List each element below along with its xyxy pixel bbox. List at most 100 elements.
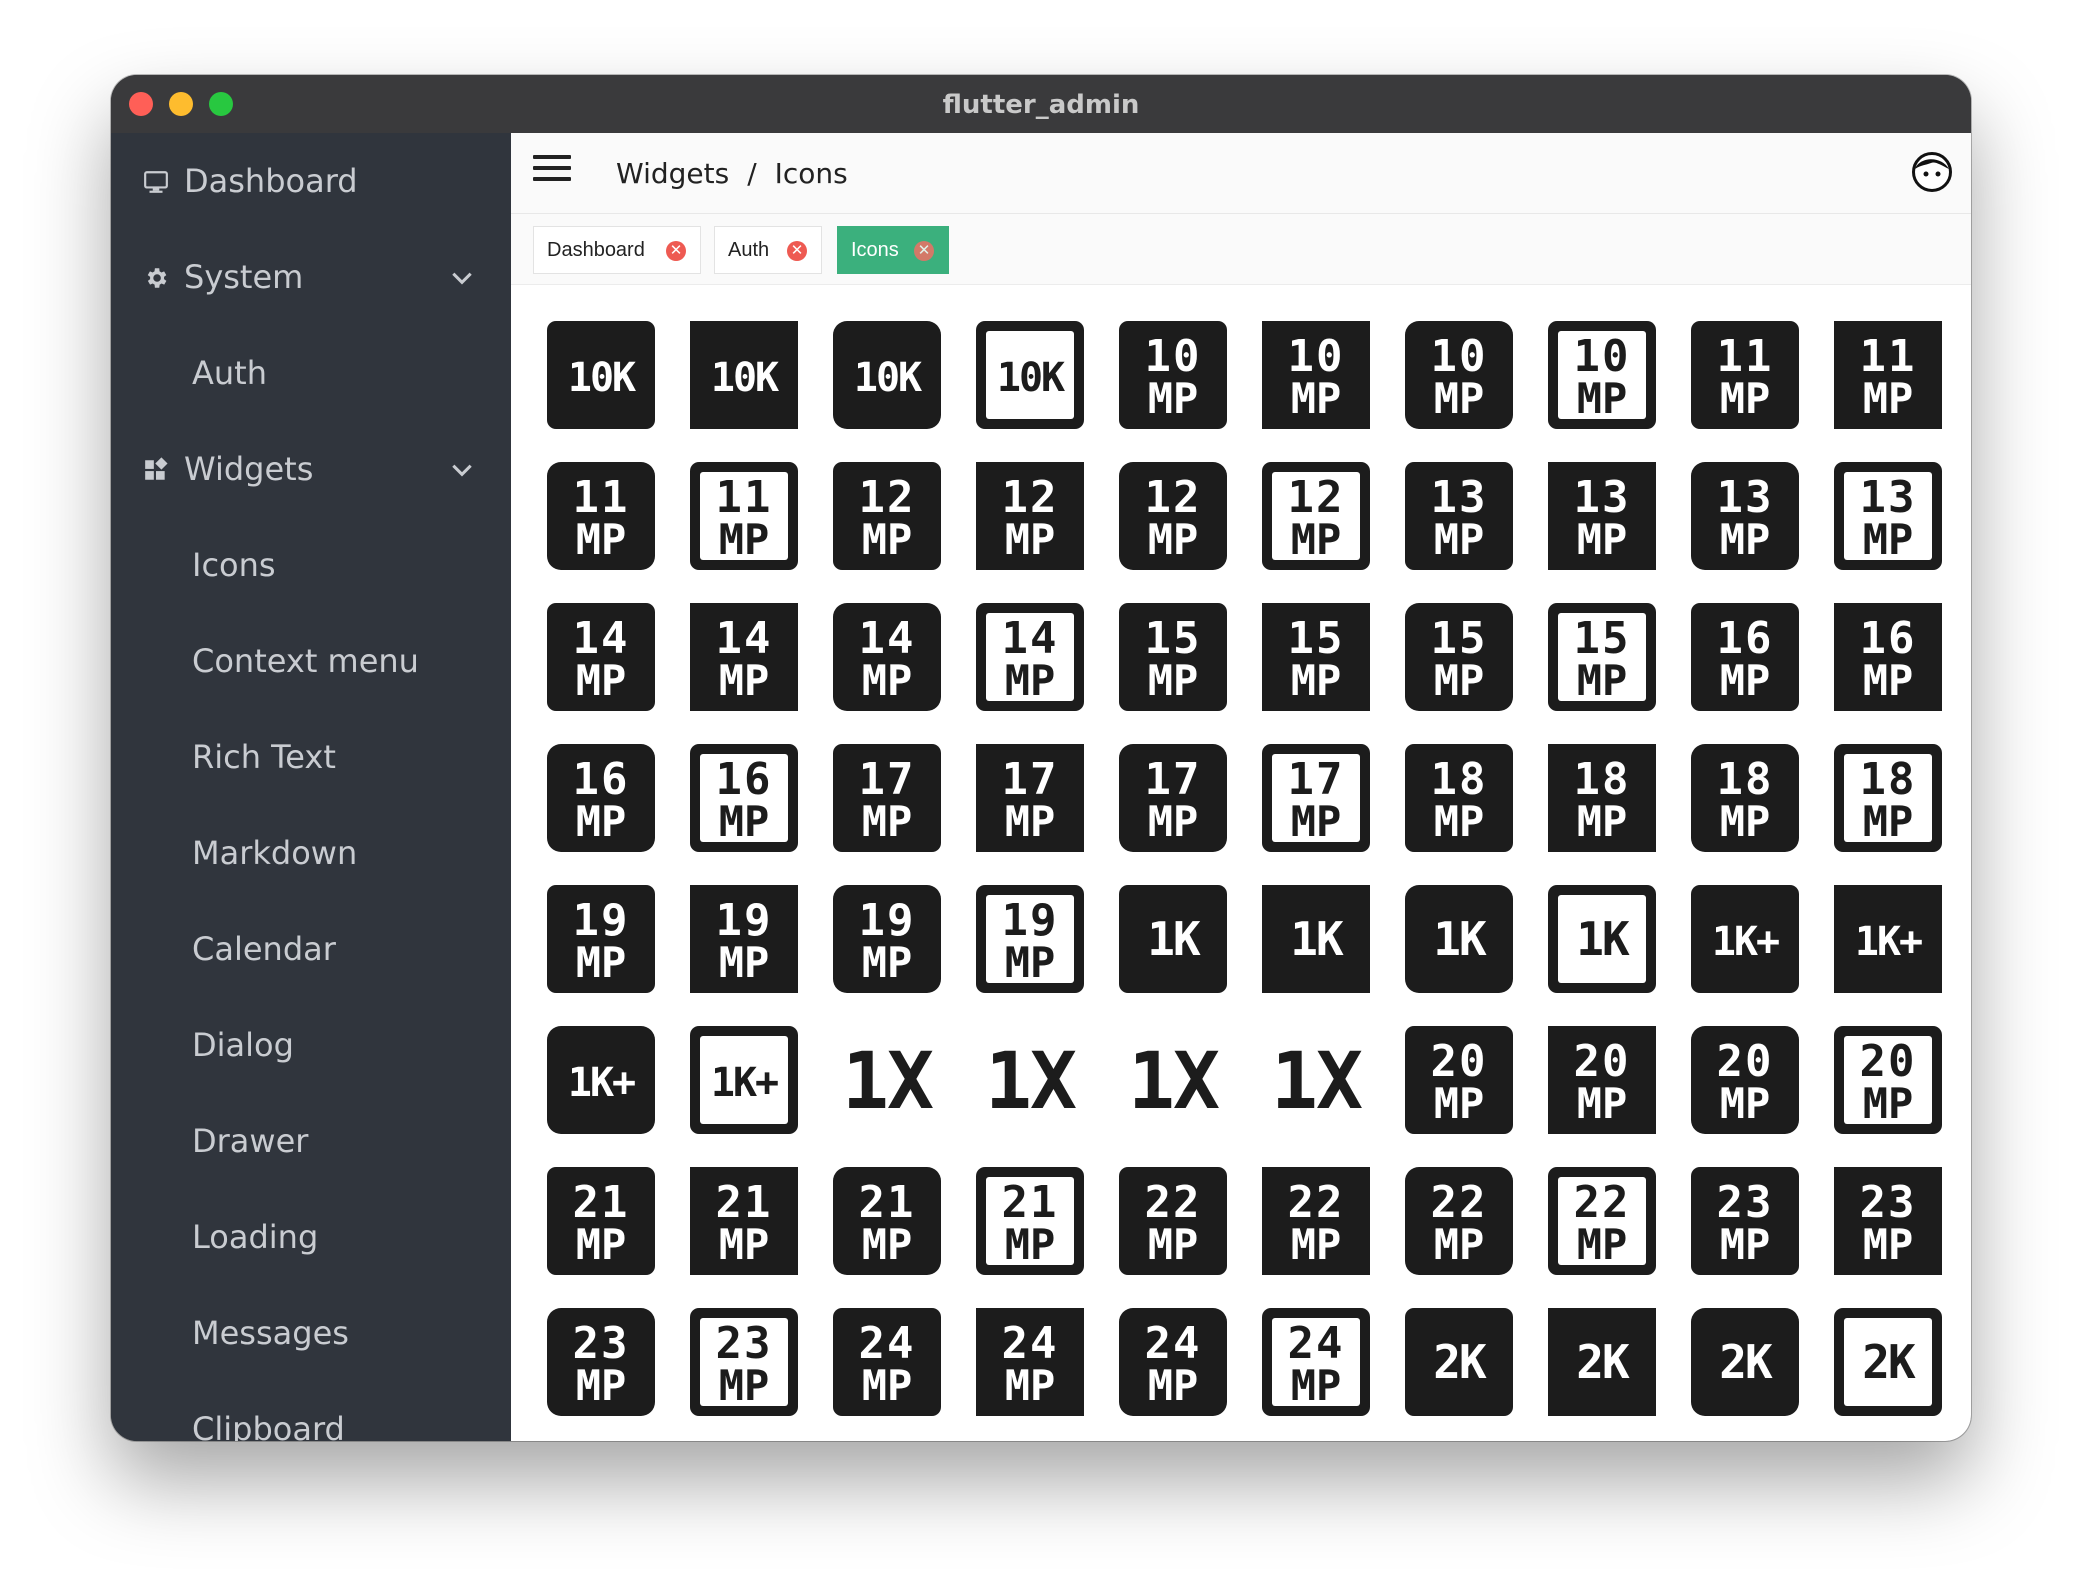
11mp-icon[interactable]: 11 MP [1691,321,1799,429]
12mp-rounded-icon[interactable]: 12 MP [1119,462,1227,570]
22mp-sharp-icon[interactable]: 22 MP [1262,1167,1370,1275]
22mp-outlined-icon[interactable]: 22 MP [1548,1167,1656,1275]
11mp-outlined-icon[interactable]: 11 MP [690,462,798,570]
sidebar-item-dashboard[interactable]: Dashboard [111,133,511,229]
17mp-sharp-icon[interactable]: 17 MP [976,744,1084,852]
2k-rounded-icon[interactable]: 2K [1691,1308,1799,1416]
close-icon[interactable]: ✕ [666,241,686,261]
10mp-icon[interactable]: 10 MP [1119,321,1227,429]
14mp-rounded-icon[interactable]: 14 MP [833,603,941,711]
avatar-icon[interactable] [1911,151,1953,193]
24mp-outlined-icon[interactable]: 24 MP [1262,1308,1370,1416]
close-icon[interactable]: ✕ [914,241,934,261]
2k-icon[interactable]: 2K [1405,1308,1513,1416]
19mp-sharp-icon[interactable]: 19 MP [690,885,798,993]
2k-sharp-icon[interactable]: 2K [1548,1308,1656,1416]
18mp-icon[interactable]: 18 MP [1405,744,1513,852]
10k-rounded-icon[interactable]: 10K [833,321,941,429]
close-icon[interactable]: ✕ [787,241,807,261]
menu-icon[interactable] [533,155,571,187]
tab-dashboard[interactable]: Dashboard ✕ [533,226,701,274]
20mp-outlined-icon[interactable]: 20 MP [1834,1026,1942,1134]
20mp-sharp-icon[interactable]: 20 MP [1548,1026,1656,1134]
sidebar-item-widgets[interactable]: Widgets [111,421,511,517]
2k-outlined-icon[interactable]: 2K [1834,1308,1942,1416]
sidebar-item-rich-text[interactable]: Rich Text [111,709,511,805]
tab-icons[interactable]: Icons ✕ [837,226,949,274]
11mp-rounded-icon[interactable]: 11 MP [547,462,655,570]
17mp-icon[interactable]: 17 MP [833,744,941,852]
1x-rounded-icon[interactable]: 1X [1119,1026,1227,1134]
1k-plus-sharp-icon[interactable]: 1K+ [1834,885,1942,993]
16mp-sharp-icon[interactable]: 16 MP [1834,603,1942,711]
sidebar-item-clipboard[interactable]: Clipboard [111,1381,511,1441]
sidebar-item-context-menu[interactable]: Context menu [111,613,511,709]
18mp-rounded-icon[interactable]: 18 MP [1691,744,1799,852]
14mp-outlined-icon[interactable]: 14 MP [976,603,1084,711]
1k-rounded-icon[interactable]: 1K [1405,885,1513,993]
19mp-outlined-icon[interactable]: 19 MP [976,885,1084,993]
1k-plus-rounded-icon[interactable]: 1K+ [547,1026,655,1134]
13mp-sharp-icon[interactable]: 13 MP [1548,462,1656,570]
17mp-rounded-icon[interactable]: 17 MP [1119,744,1227,852]
1x-icon[interactable]: 1X [833,1026,941,1134]
sidebar-item-drawer[interactable]: Drawer [111,1093,511,1189]
15mp-sharp-icon[interactable]: 15 MP [1262,603,1370,711]
1x-outlined-icon[interactable]: 1X [1262,1026,1370,1134]
14mp-icon[interactable]: 14 MP [547,603,655,711]
10k-sharp-icon[interactable]: 10K [690,321,798,429]
23mp-icon[interactable]: 23 MP [1691,1167,1799,1275]
24mp-icon[interactable]: 24 MP [833,1308,941,1416]
24mp-sharp-icon[interactable]: 24 MP [976,1308,1084,1416]
1k-outlined-icon[interactable]: 1K [1548,885,1656,993]
13mp-rounded-icon[interactable]: 13 MP [1691,462,1799,570]
16mp-outlined-icon[interactable]: 16 MP [690,744,798,852]
10k-outlined-icon[interactable]: 10K [976,321,1084,429]
sidebar-item-system[interactable]: System [111,229,511,325]
18mp-outlined-icon[interactable]: 18 MP [1834,744,1942,852]
21mp-rounded-icon[interactable]: 21 MP [833,1167,941,1275]
sidebar-item-icons[interactable]: Icons [111,517,511,613]
15mp-icon[interactable]: 15 MP [1119,603,1227,711]
21mp-outlined-icon[interactable]: 21 MP [976,1167,1084,1275]
22mp-rounded-icon[interactable]: 22 MP [1405,1167,1513,1275]
13mp-icon[interactable]: 13 MP [1405,462,1513,570]
21mp-icon[interactable]: 21 MP [547,1167,655,1275]
19mp-icon[interactable]: 19 MP [547,885,655,993]
15mp-rounded-icon[interactable]: 15 MP [1405,603,1513,711]
20mp-rounded-icon[interactable]: 20 MP [1691,1026,1799,1134]
16mp-rounded-icon[interactable]: 16 MP [547,744,655,852]
20mp-icon[interactable]: 20 MP [1405,1026,1513,1134]
23mp-sharp-icon[interactable]: 23 MP [1834,1167,1942,1275]
1k-plus-outlined-icon[interactable]: 1K+ [690,1026,798,1134]
1k-sharp-icon[interactable]: 1K [1262,885,1370,993]
23mp-outlined-icon[interactable]: 23 MP [690,1308,798,1416]
14mp-sharp-icon[interactable]: 14 MP [690,603,798,711]
breadcrumb-parent[interactable]: Widgets [616,157,729,190]
10mp-sharp-icon[interactable]: 10 MP [1262,321,1370,429]
13mp-outlined-icon[interactable]: 13 MP [1834,462,1942,570]
sidebar-item-calendar[interactable]: Calendar [111,901,511,997]
12mp-sharp-icon[interactable]: 12 MP [976,462,1084,570]
15mp-outlined-icon[interactable]: 15 MP [1548,603,1656,711]
12mp-icon[interactable]: 12 MP [833,462,941,570]
1k-plus-icon[interactable]: 1K+ [1691,885,1799,993]
sidebar-item-dialog[interactable]: Dialog [111,997,511,1093]
11mp-sharp-icon[interactable]: 11 MP [1834,321,1942,429]
sidebar-item-markdown[interactable]: Markdown [111,805,511,901]
24mp-rounded-icon[interactable]: 24 MP [1119,1308,1227,1416]
23mp-rounded-icon[interactable]: 23 MP [547,1308,655,1416]
10k-icon[interactable]: 10K [547,321,655,429]
1k-icon[interactable]: 1K [1119,885,1227,993]
18mp-sharp-icon[interactable]: 18 MP [1548,744,1656,852]
tab-auth[interactable]: Auth ✕ [714,226,822,274]
sidebar-item-loading[interactable]: Loading [111,1189,511,1285]
12mp-outlined-icon[interactable]: 12 MP [1262,462,1370,570]
10mp-rounded-icon[interactable]: 10 MP [1405,321,1513,429]
16mp-icon[interactable]: 16 MP [1691,603,1799,711]
19mp-rounded-icon[interactable]: 19 MP [833,885,941,993]
sidebar-item-auth[interactable]: Auth [111,325,511,421]
sidebar-item-messages[interactable]: Messages [111,1285,511,1381]
21mp-sharp-icon[interactable]: 21 MP [690,1167,798,1275]
17mp-outlined-icon[interactable]: 17 MP [1262,744,1370,852]
